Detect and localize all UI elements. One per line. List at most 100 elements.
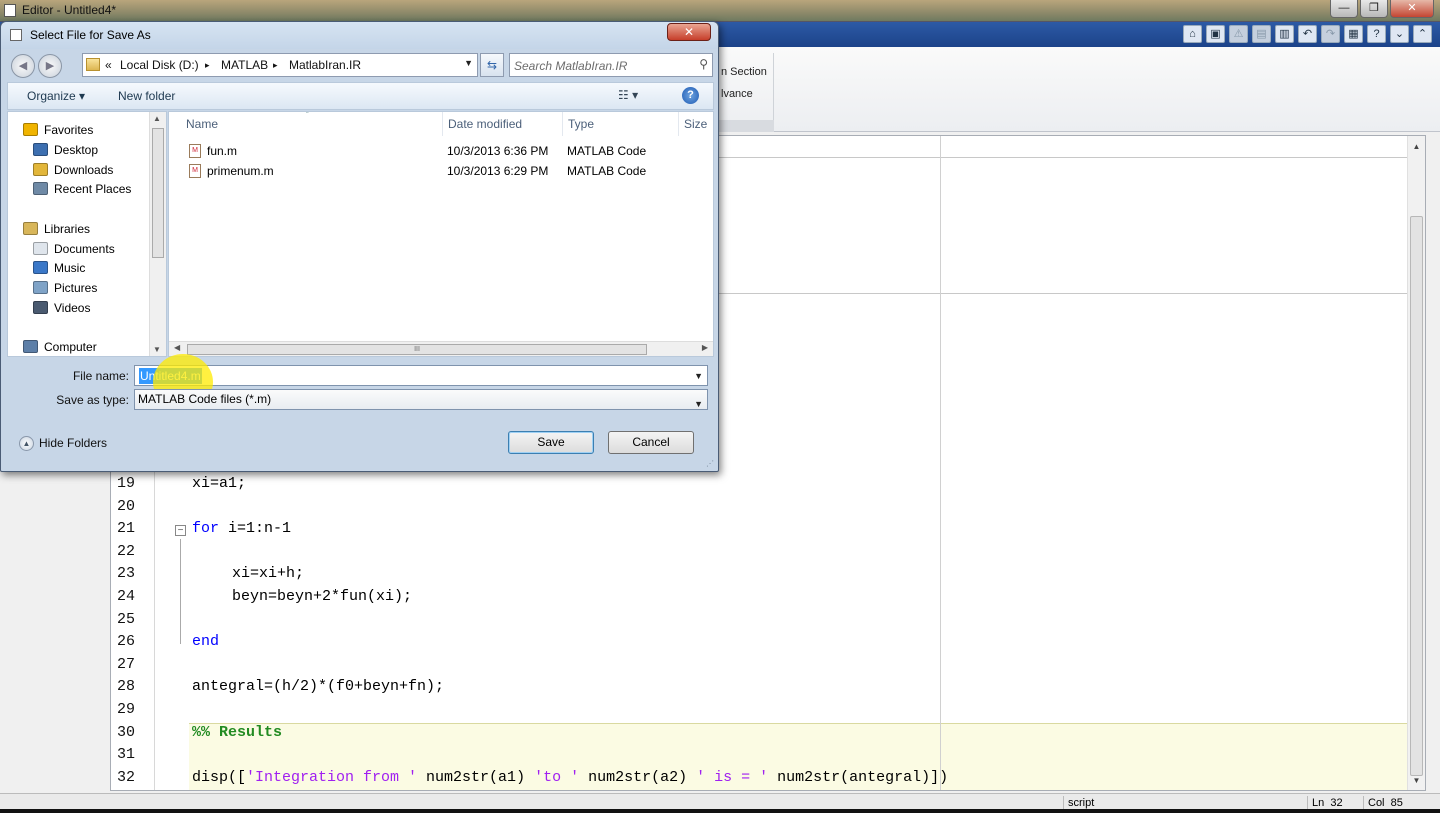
breadcrumb-local-disk[interactable]: Local Disk (D:) bbox=[120, 58, 199, 72]
code-token: num2str(a2) bbox=[579, 768, 697, 786]
qat-warning-icon[interactable]: ⚠ bbox=[1229, 25, 1248, 43]
nav-item-label: Downloads bbox=[54, 162, 114, 177]
nav-item-videos[interactable]: Videos bbox=[8, 298, 148, 318]
save-as-type-label: Save as type: bbox=[56, 393, 129, 407]
scrollbar-thumb[interactable]: III bbox=[187, 344, 647, 355]
change-view-icon[interactable]: ☷ ▾ bbox=[618, 88, 638, 102]
column-header-type[interactable]: Type bbox=[563, 112, 679, 136]
advance-button[interactable]: lvance bbox=[721, 88, 753, 100]
nav-item-label: Desktop bbox=[54, 142, 99, 157]
back-arrow-icon[interactable]: ◀ bbox=[11, 54, 35, 78]
nav-item-favorites[interactable]: Favorites bbox=[8, 120, 148, 140]
qat-paste-icon[interactable]: ▥ bbox=[1275, 25, 1294, 43]
recent-places-icon bbox=[33, 182, 48, 196]
breadcrumb-separator-icon[interactable]: ▸ bbox=[273, 60, 278, 71]
downloads-icon bbox=[33, 162, 48, 176]
nav-item-desktop[interactable]: Desktop bbox=[8, 140, 148, 160]
search-icon[interactable]: ⚲ bbox=[699, 57, 708, 71]
nav-scrollbar[interactable]: ▲ ▼ bbox=[149, 112, 166, 356]
scroll-left-icon[interactable]: ◀ bbox=[174, 343, 180, 352]
nav-item-documents[interactable]: Documents bbox=[8, 239, 148, 259]
new-folder-button[interactable]: New folder bbox=[118, 89, 175, 103]
file-row[interactable]: Mprimenum.m 10/3/2013 6:29 PM MATLAB Code bbox=[169, 161, 713, 181]
cancel-button[interactable]: Cancel bbox=[608, 431, 694, 454]
qat-copy-icon[interactable]: ▤ bbox=[1252, 25, 1271, 43]
save-button[interactable]: Save bbox=[508, 431, 594, 454]
save-as-type-select[interactable]: MATLAB Code files (*.m) ▼ bbox=[134, 389, 708, 410]
file-name-field[interactable]: Untitled4.m ▼ bbox=[134, 365, 708, 386]
hide-folders-label: Hide Folders bbox=[39, 436, 108, 450]
dialog-close-button[interactable]: ✕ bbox=[667, 23, 711, 41]
keyword-for: for bbox=[192, 520, 220, 538]
nav-item-recent-places[interactable]: Recent Places bbox=[8, 179, 148, 199]
nav-item-music[interactable]: Music bbox=[8, 258, 148, 278]
editor-title-bar: Editor - Untitled4* — ❐ ✕ bbox=[0, 0, 1440, 22]
qat-save-icon[interactable]: ▣ bbox=[1206, 25, 1225, 43]
code-text: %% Results bbox=[192, 723, 283, 741]
file-name: fun.m bbox=[207, 144, 238, 158]
code-token: disp([ bbox=[192, 768, 247, 786]
fold-toggle-icon[interactable]: − bbox=[175, 525, 186, 536]
column-header-size[interactable]: Size bbox=[679, 112, 713, 136]
videos-icon bbox=[33, 300, 48, 314]
desktop-icon bbox=[33, 142, 48, 156]
qat-collapse-icon[interactable]: ⌃ bbox=[1413, 25, 1432, 43]
qat-undo-icon[interactable]: ↶ bbox=[1298, 25, 1317, 43]
command-bar: Organize ▾ New folder ☷ ▾ ? bbox=[7, 82, 714, 110]
minimize-button[interactable]: — bbox=[1330, 0, 1358, 18]
search-input[interactable] bbox=[514, 57, 684, 74]
hide-folders-button[interactable]: ▲ Hide Folders bbox=[19, 436, 108, 452]
file-list-horizontal-scrollbar[interactable]: ◀ III ▶ bbox=[169, 341, 713, 356]
file-list-pane: Name ˆ Date modified Type Size Mfun.m 10/… bbox=[168, 111, 714, 357]
breadcrumb-separator-icon[interactable]: ▸ bbox=[205, 60, 210, 71]
close-window-button[interactable]: ✕ bbox=[1390, 0, 1434, 18]
editor-vertical-scrollbar[interactable]: ▲ ▼ bbox=[1407, 136, 1425, 790]
dialog-icon bbox=[10, 29, 22, 41]
nav-item-libraries[interactable]: Libraries bbox=[8, 219, 148, 239]
file-name-dropdown-icon[interactable]: ▼ bbox=[694, 371, 703, 381]
star-icon bbox=[23, 123, 38, 136]
qat-expand-icon[interactable]: ⌄ bbox=[1390, 25, 1409, 43]
save-as-type-dropdown-icon[interactable]: ▼ bbox=[694, 395, 703, 414]
refresh-icon[interactable]: ⇆ bbox=[480, 53, 504, 77]
address-bar[interactable]: « Local Disk (D:) ▸ MATLAB ▸ MatlabIran.… bbox=[82, 53, 478, 77]
qat-redo-icon[interactable]: ↷ bbox=[1321, 25, 1340, 43]
code-text: disp(['Integration from ' num2str(a1) 't… bbox=[192, 769, 948, 786]
column-header-name[interactable]: Name bbox=[181, 112, 443, 136]
quick-access-toolbar: ⌂ ▣ ⚠ ▤ ▥ ↶ ↷ ▦ ? ⌄ ⌃ bbox=[1183, 25, 1432, 43]
scroll-down-icon[interactable]: ▼ bbox=[1408, 774, 1425, 788]
folder-icon bbox=[86, 58, 100, 71]
help-icon[interactable]: ? bbox=[682, 87, 699, 104]
column-header-date[interactable]: Date modified bbox=[443, 112, 563, 136]
breadcrumb-matlabiran[interactable]: MatlabIran.IR bbox=[289, 58, 361, 72]
nav-item-computer[interactable]: Computer bbox=[8, 337, 148, 356]
ribbon-group-label-strip bbox=[716, 120, 774, 132]
scroll-down-icon[interactable]: ▼ bbox=[153, 345, 161, 354]
file-date: 10/3/2013 6:36 PM bbox=[447, 144, 549, 158]
sort-indicator-icon: ˆ bbox=[306, 111, 309, 120]
line-number: 23 bbox=[117, 565, 136, 583]
line-number: 25 bbox=[117, 610, 136, 628]
code-text: beyn=beyn+2*fun(xi); bbox=[232, 588, 413, 605]
run-section-button[interactable]: n Section bbox=[721, 66, 767, 78]
organize-button[interactable]: Organize ▾ bbox=[27, 89, 85, 103]
nav-item-downloads[interactable]: Downloads bbox=[8, 160, 148, 180]
address-dropdown-icon[interactable]: ▼ bbox=[464, 58, 473, 68]
breadcrumb-matlab[interactable]: MATLAB bbox=[221, 58, 268, 72]
breadcrumb-overflow[interactable]: « bbox=[105, 58, 112, 72]
scroll-up-icon[interactable]: ▲ bbox=[1408, 140, 1425, 154]
qat-new-icon[interactable]: ⌂ bbox=[1183, 25, 1202, 43]
scrollbar-thumb[interactable] bbox=[1410, 216, 1423, 776]
scrollbar-thumb[interactable] bbox=[152, 128, 164, 258]
file-row[interactable]: Mfun.m 10/3/2013 6:36 PM MATLAB Code bbox=[169, 141, 713, 161]
restore-button[interactable]: ❐ bbox=[1360, 0, 1388, 18]
nav-item-pictures[interactable]: Pictures bbox=[8, 278, 148, 298]
search-box[interactable]: ⚲ bbox=[509, 53, 713, 77]
resize-grip-icon[interactable]: ⋰ bbox=[706, 459, 714, 468]
scroll-right-icon[interactable]: ▶ bbox=[702, 343, 708, 352]
line-number: 31 bbox=[117, 746, 136, 764]
forward-arrow-icon[interactable]: ▶ bbox=[38, 54, 62, 78]
qat-help-icon[interactable]: ? bbox=[1367, 25, 1386, 43]
qat-layout-icon[interactable]: ▦ bbox=[1344, 25, 1363, 43]
scroll-up-icon[interactable]: ▲ bbox=[153, 114, 161, 123]
